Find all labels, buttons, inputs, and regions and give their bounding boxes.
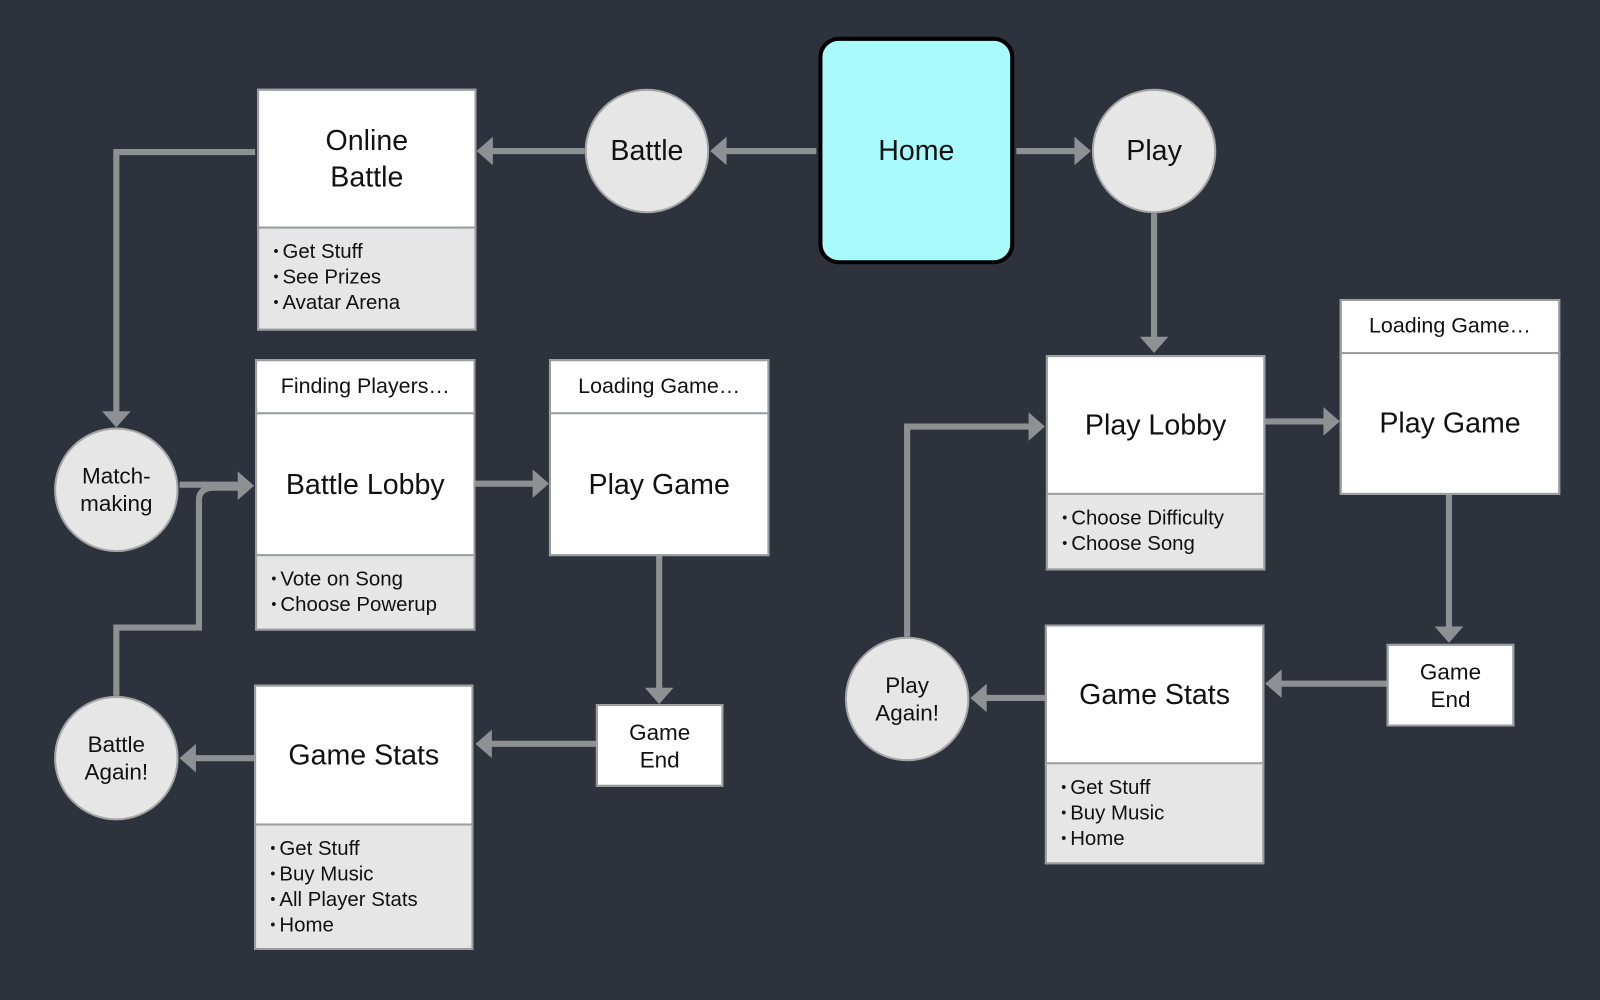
arrowhead	[102, 411, 131, 428]
battle-game-stats-node: Game Stats	[254, 684, 474, 826]
header-label: Loading Game…	[578, 374, 741, 398]
battle-play-game-header: Loading Game…	[548, 359, 770, 415]
arrowhead	[1074, 136, 1091, 166]
play-play-game-header: Loading Game…	[1339, 298, 1561, 355]
battle-game-stats-options: Get Stuff Buy Music All Player Stats Hom…	[254, 825, 474, 950]
game-stats-title: Game Stats	[1079, 678, 1231, 710]
play-game-stats-node: Game Stats	[1044, 624, 1265, 765]
battle-again-node: Battle Again!	[54, 695, 179, 821]
list-item: Get Stuff	[273, 239, 362, 265]
battle-node: Battle	[584, 88, 710, 214]
list-item: Home	[270, 912, 333, 938]
matchmaking-node: Match- making	[54, 427, 179, 553]
header-label: Loading Game…	[1368, 314, 1531, 338]
play-game-stats-options: Get Stuff Buy Music Home	[1044, 764, 1265, 865]
game-end-label: End	[639, 746, 680, 772]
play-again-node: Play Again!	[844, 636, 970, 762]
game-end-label: Game	[629, 718, 691, 745]
online-battle-node: Online Battle	[257, 88, 477, 229]
arrowhead	[970, 683, 987, 713]
header-label: Finding Players…	[280, 374, 450, 398]
play-play-game-node: Play Game	[1339, 352, 1561, 495]
battle-again-label: Again!	[84, 759, 149, 785]
game-end-label: Game	[1419, 658, 1482, 685]
list-item: Home	[1061, 826, 1124, 852]
arrowhead	[532, 469, 549, 498]
play-lobby-options: Choose Difficulty Choose Song	[1045, 494, 1266, 571]
list-item: Get Stuff	[270, 836, 359, 862]
flow-diagram: Home Battle Play Online Battle Get Stuff…	[0, 0, 1600, 1000]
play-lobby-title: Play Lobby	[1084, 408, 1227, 441]
arrowhead	[179, 743, 196, 773]
arrow-play-again-to-play-lobby	[904, 423, 1031, 637]
play-again-label: Again!	[875, 699, 939, 726]
battle-lobby-title: Battle Lobby	[285, 467, 445, 500]
battle-lobby-node: Battle Lobby	[255, 412, 476, 557]
play-label: Play	[1126, 134, 1182, 167]
play-node: Play	[1091, 88, 1217, 214]
arrowhead	[710, 136, 727, 166]
list-item: Choose Song	[1062, 531, 1195, 557]
online-battle-title: Battle	[330, 160, 404, 193]
arrowhead	[1323, 407, 1340, 436]
home-node: Home	[818, 36, 1015, 265]
arrowhead	[644, 687, 674, 705]
list-item: Avatar Arena	[273, 290, 400, 316]
battle-lobby-options: Vote on Song Choose Powerup	[255, 556, 476, 631]
arrowhead	[476, 136, 493, 166]
battle-label: Battle	[610, 134, 684, 167]
list-item: Vote on Song	[271, 566, 403, 592]
list-item: Buy Music	[270, 861, 373, 887]
arrowhead	[475, 729, 492, 759]
battle-game-end-node: Game End	[595, 704, 724, 787]
online-battle-options: Get Stuff See Prizes Avatar Arena	[257, 228, 477, 331]
list-item: Choose Difficulty	[1062, 505, 1224, 531]
connectors	[102, 136, 1464, 773]
arrowhead	[1139, 336, 1169, 354]
arrowhead	[237, 471, 255, 500]
arrow-online-battle-to-matchmaking	[113, 148, 256, 414]
play-game-title: Play Game	[588, 467, 730, 500]
list-item: Choose Powerup	[271, 592, 437, 618]
home-label: Home	[878, 134, 955, 166]
list-item: See Prizes	[273, 264, 381, 290]
matchmaking-label: Match-	[82, 463, 151, 489]
play-again-label: Play	[885, 672, 929, 698]
list-item: Get Stuff	[1061, 774, 1150, 800]
play-game-end-node: Game End	[1386, 643, 1515, 727]
arrowhead	[1028, 412, 1045, 441]
matchmaking-label: making	[80, 490, 153, 517]
battle-play-game-node: Play Game	[548, 412, 770, 557]
play-lobby-node: Play Lobby	[1045, 355, 1266, 495]
arrowhead	[1265, 669, 1282, 698]
game-stats-title: Game Stats	[288, 738, 440, 771]
list-item: All Player Stats	[270, 887, 417, 913]
battle-again-label: Battle	[87, 731, 146, 758]
list-item: Buy Music	[1061, 800, 1164, 826]
game-end-label: End	[1430, 686, 1471, 712]
battle-lobby-header: Finding Players…	[255, 359, 476, 415]
online-battle-title: Online	[325, 123, 409, 156]
arrowhead	[1434, 626, 1464, 643]
play-game-title: Play Game	[1379, 407, 1521, 439]
